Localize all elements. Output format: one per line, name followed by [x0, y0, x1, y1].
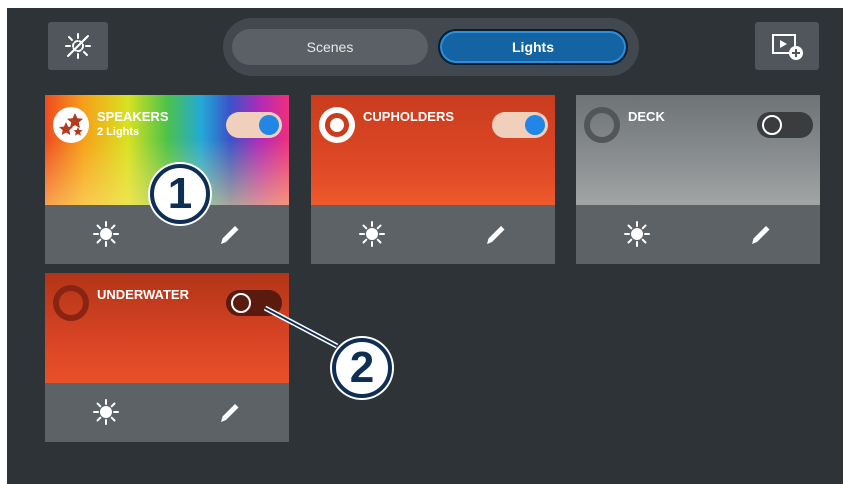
callout-leader-line [263, 305, 339, 349]
lights-screen: Scenes Lights SPEAKERS 2 Lights CUPHOLDE… [7, 8, 843, 484]
callout-2: 2 [332, 338, 392, 398]
callout-1: 1 [150, 164, 210, 224]
